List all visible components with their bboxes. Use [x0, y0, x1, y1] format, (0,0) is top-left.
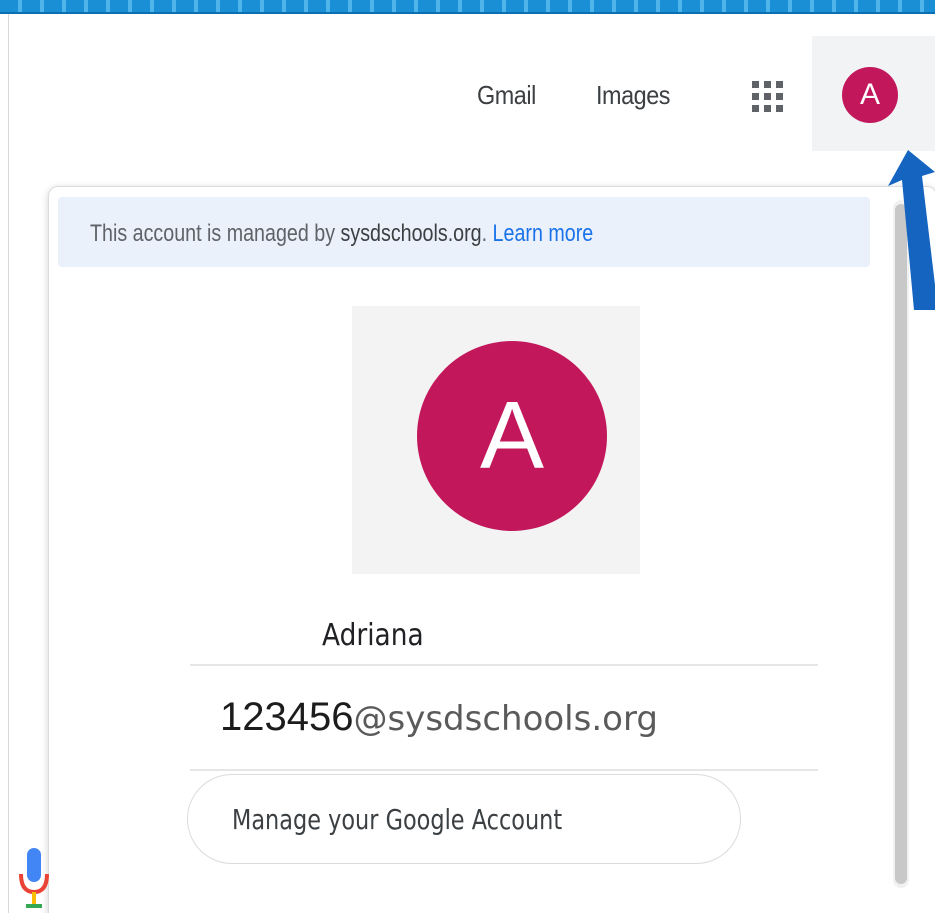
managed-notice-suffix: .: [481, 220, 493, 247]
apps-grid-dot: [752, 93, 759, 100]
microphone-icon[interactable]: [14, 838, 54, 913]
email-domain: @sysdschools.org: [353, 699, 658, 739]
images-link[interactable]: Images: [596, 80, 670, 111]
apps-grid-dot: [776, 93, 783, 100]
apps-grid-dot: [764, 93, 771, 100]
top-decorative-border: [0, 0, 935, 14]
name-divider: [190, 664, 818, 666]
apps-grid-dot: [764, 81, 771, 88]
managed-notice-domain: sysdschools.org: [340, 220, 482, 247]
managed-account-notice: This account is managed by sysdschools.o…: [90, 220, 593, 248]
apps-grid-dot: [752, 81, 759, 88]
account-email: 123456@sysdschools.org: [220, 695, 658, 740]
account-avatar-button[interactable]: A: [842, 67, 898, 123]
managed-notice-prefix: This account is managed by: [90, 220, 341, 247]
learn-more-link[interactable]: Learn more: [493, 220, 594, 247]
gmail-link[interactable]: Gmail: [477, 80, 536, 111]
screenshot-page: Gmail Images A This account is managed b…: [0, 0, 935, 913]
email-divider: [190, 769, 818, 771]
annotation-arrow: [888, 150, 935, 310]
left-frame-line: [8, 14, 9, 913]
profile-avatar[interactable]: A: [417, 341, 607, 531]
email-user-id: 123456: [220, 695, 354, 739]
manage-account-label: Manage your Google Account: [232, 803, 563, 836]
apps-grid-icon[interactable]: [749, 78, 789, 118]
apps-grid-dot: [752, 105, 759, 112]
apps-grid-dot: [776, 105, 783, 112]
manage-account-button[interactable]: Manage your Google Account: [187, 774, 741, 864]
apps-grid-dot: [776, 81, 783, 88]
account-user-name: Adriana: [322, 618, 424, 653]
apps-grid-dot: [764, 105, 771, 112]
